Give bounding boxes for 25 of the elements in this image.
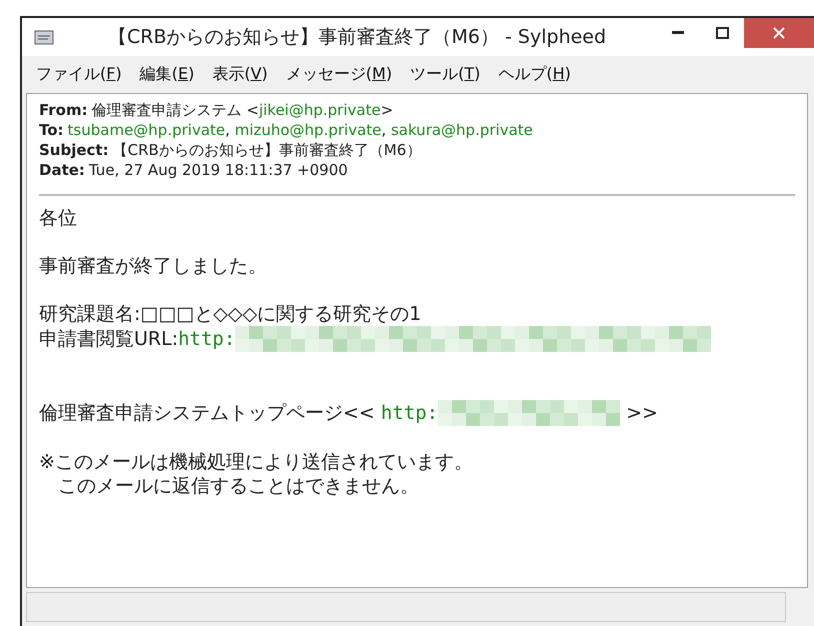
maximize-icon[interactable] [716,27,728,39]
menu-item[interactable]: ツール(T) [408,62,482,87]
window-title: 【CRBからのお知らせ】事前審査終了（M6） - Sylpheed [108,25,608,50]
body-text: 各位 [39,206,77,230]
menu-item[interactable]: ファイル(F) [34,62,124,87]
body-text: このメールに返信することはできません。 [57,474,419,498]
header-line: Subject: 【CRBからのお知らせ】事前審査終了（M6） [39,140,422,160]
body-text: 倫理審査申請システムトップページ<< [39,401,376,425]
header-line: Date: Tue, 27 Aug 2019 18:11:37 +0900 [39,160,349,180]
minimize-icon[interactable] [672,31,684,35]
url-link[interactable]: http: [380,401,438,425]
close-icon[interactable] [773,27,785,39]
body-text: 事前審査が終了しました。 [39,254,267,278]
body-text: >> [625,401,658,425]
header-line: To: tsubame@hp.private, mizuho@hp.private, sakura@hp.private [39,120,534,140]
menu-item[interactable]: 表示(V) [210,62,270,87]
mail-app-icon [34,28,56,46]
url-link[interactable]: http: [178,327,236,351]
menu-item[interactable]: 編集(E) [138,62,196,87]
body-text: 研究課題名:□□□と◇◇◇に関する研究その1 [39,302,422,326]
body-text: ※このメールは機械処理により送信されています。 [39,450,473,474]
body-text: 申請書閲覧URL: [39,327,178,351]
menu-item[interactable]: メッセージ(M) [284,62,394,87]
menu-item[interactable]: ヘルプ(H) [496,62,573,87]
header-line: From: 倫理審査申請システム <jikei@hp.private> [39,100,394,120]
